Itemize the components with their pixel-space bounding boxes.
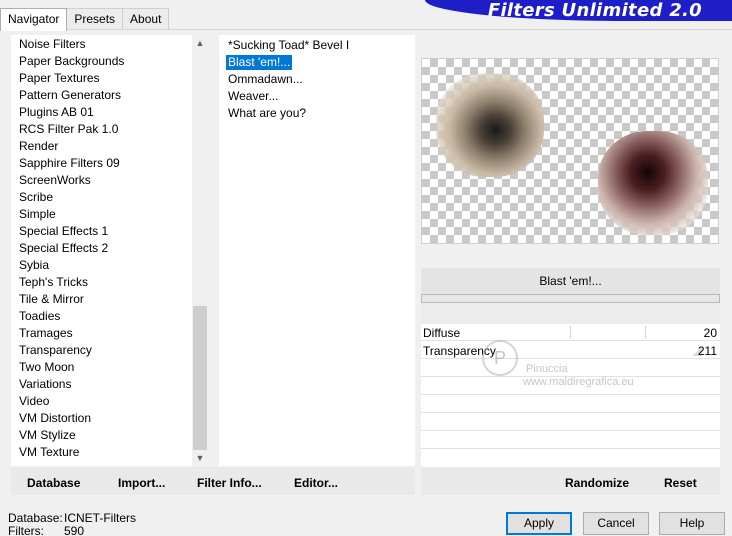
category-item[interactable]: Noise Filters xyxy=(11,36,192,53)
effect-item[interactable]: Blast 'em!... xyxy=(226,55,293,70)
database-value: ICNET-Filters xyxy=(64,511,136,525)
category-item[interactable]: Sapphire Filters 09 xyxy=(11,155,192,172)
category-item[interactable]: Scribe xyxy=(11,189,192,206)
category-item[interactable]: Sybia xyxy=(11,257,192,274)
empty-slider-row xyxy=(421,432,720,449)
preview-blob-left xyxy=(436,73,544,177)
effect-title: Blast 'em!... xyxy=(421,268,720,294)
category-scrollbar[interactable]: ▲ ▼ xyxy=(192,35,208,466)
effect-list[interactable]: *Sucking Toad* Bevel I Blast 'em!... Ommad… xyxy=(219,35,415,466)
scroll-up-icon[interactable]: ▲ xyxy=(192,35,208,51)
empty-slider-row xyxy=(421,360,720,377)
category-item[interactable]: Simple xyxy=(11,206,192,223)
import-button[interactable]: Import... xyxy=(118,467,165,495)
effect-preview xyxy=(421,58,719,244)
category-item[interactable]: Tile & Mirror xyxy=(11,291,192,308)
slider-tick xyxy=(645,326,646,338)
category-item[interactable]: Pattern Generators xyxy=(11,87,192,104)
category-item[interactable]: VM Stylize xyxy=(11,427,192,444)
category-item[interactable]: Transparency xyxy=(11,342,192,359)
effect-item[interactable]: Ommadawn... xyxy=(226,72,305,87)
tab-strip: Navigator Presets About xyxy=(0,8,170,31)
category-items: Noise Filters Paper Backgrounds Paper Text… xyxy=(11,36,192,461)
effect-item[interactable]: *Sucking Toad* Bevel I xyxy=(226,38,351,53)
progress-bar xyxy=(421,294,720,303)
category-item[interactable]: Teph's Tricks xyxy=(11,274,192,291)
diffuse-label: Diffuse xyxy=(423,326,461,340)
category-item[interactable]: Variations xyxy=(11,376,192,393)
reset-button[interactable]: Reset xyxy=(664,467,697,495)
category-item[interactable]: RCS Filter Pak 1.0 xyxy=(11,121,192,138)
category-item[interactable]: Tramages xyxy=(11,325,192,342)
banner-title: Filters Unlimited 2.0 xyxy=(487,0,702,21)
category-item[interactable]: Render xyxy=(11,138,192,155)
parameter-panel: Blast 'em!... Diffuse 20 Transparency 21… xyxy=(421,268,720,495)
category-item[interactable]: Toadies xyxy=(11,308,192,325)
filters-label: Filters: xyxy=(8,524,44,536)
cancel-button[interactable]: Cancel xyxy=(583,512,649,535)
randomize-button[interactable]: Randomize xyxy=(565,467,629,495)
empty-slider-row xyxy=(421,414,720,431)
database-button[interactable]: Database xyxy=(27,467,80,495)
diffuse-slider[interactable]: Diffuse 20 xyxy=(421,324,720,341)
category-item[interactable]: Plugins AB 01 xyxy=(11,104,192,121)
scroll-thumb[interactable] xyxy=(193,306,207,450)
transparency-value: 211 xyxy=(697,344,717,358)
category-item[interactable]: Video xyxy=(11,393,192,410)
effect-item[interactable]: What are you? xyxy=(226,106,308,121)
app-banner: Filters Unlimited 2.0 xyxy=(425,0,732,21)
scroll-down-icon[interactable]: ▼ xyxy=(192,450,208,466)
tab-divider xyxy=(0,29,732,30)
database-info: Database:ICNET-Filters Filters: 590 xyxy=(8,512,136,536)
apply-button[interactable]: Apply xyxy=(506,512,572,535)
left-button-bar: Database Import... Filter Info... Editor… xyxy=(11,467,415,495)
category-item[interactable]: Paper Backgrounds xyxy=(11,53,192,70)
category-item[interactable]: VM Texture xyxy=(11,444,192,461)
category-item[interactable]: Special Effects 1 xyxy=(11,223,192,240)
effect-item[interactable]: Weaver... xyxy=(226,89,280,104)
category-item[interactable]: ScreenWorks xyxy=(11,172,192,189)
transparency-slider[interactable]: Transparency 211 xyxy=(421,342,720,359)
category-item[interactable]: Paper Textures xyxy=(11,70,192,87)
tab-navigator[interactable]: Navigator xyxy=(0,8,68,31)
filters-value: 590 xyxy=(64,524,85,536)
diffuse-value: 20 xyxy=(703,326,717,340)
transparency-label: Transparency xyxy=(423,344,496,358)
category-item[interactable]: Special Effects 2 xyxy=(11,240,192,257)
preview-blob-right xyxy=(598,131,708,235)
help-button[interactable]: Help xyxy=(659,512,725,535)
empty-slider-row xyxy=(421,378,720,395)
editor-button[interactable]: Editor... xyxy=(294,467,338,495)
right-button-bar: Randomize Reset xyxy=(421,467,720,495)
tab-presets[interactable]: Presets xyxy=(66,8,124,30)
filter-info-button[interactable]: Filter Info... xyxy=(197,467,262,495)
empty-slider-row xyxy=(421,396,720,413)
slider-tick xyxy=(570,326,571,338)
tab-about[interactable]: About xyxy=(122,8,170,30)
filter-category-list[interactable]: Noise Filters Paper Backgrounds Paper Text… xyxy=(11,35,208,466)
slider-list: Diffuse 20 Transparency 211 xyxy=(421,324,720,468)
category-item[interactable]: VM Distortion xyxy=(11,410,192,427)
category-item[interactable]: Two Moon xyxy=(11,359,192,376)
panel-spacer xyxy=(421,303,720,324)
